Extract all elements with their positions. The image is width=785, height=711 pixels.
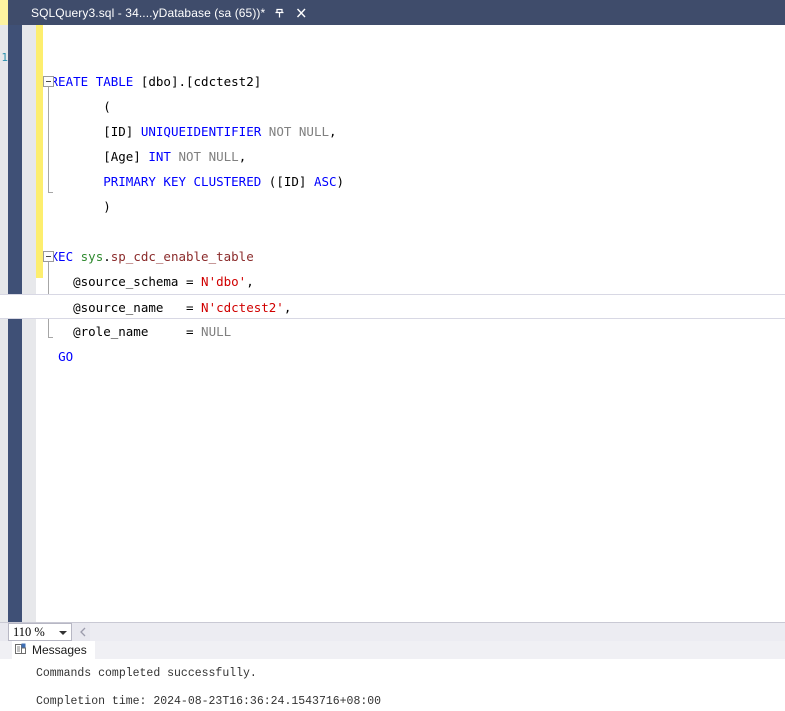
pin-icon[interactable] [272, 5, 287, 21]
code-token: N'dbo' [201, 274, 247, 289]
close-icon[interactable] [294, 5, 309, 21]
code-token: , [238, 149, 247, 164]
code-surface[interactable]: CREATE TABLE [dbo].[cdctest2] ( [ID] UNI… [0, 25, 785, 622]
results-pane: Messages Commands completed successfully… [0, 641, 785, 711]
code-token: , [246, 274, 254, 289]
editor-left-rail [8, 25, 22, 622]
code-token: @source_schema = [43, 274, 202, 289]
line-go[interactable]: GO [43, 344, 785, 369]
code-token: ASC [313, 174, 337, 189]
code-token: @source_name = [43, 300, 202, 315]
editor-outer-rail [0, 25, 8, 622]
tabstrip-left-filler [8, 0, 22, 25]
line-col-id[interactable]: [ID] UNIQUEIDENTIFIER NOT NULL, [43, 119, 785, 144]
line-role-name[interactable]: @role_name = NULL [43, 319, 785, 344]
message-line: Commands completed successfully. [36, 667, 257, 680]
code-token: ) [336, 174, 345, 189]
document-tab-strip: SQLQuery3.sql - 34....yDatabase (sa (65)… [0, 0, 785, 25]
code-token: @role_name = [43, 324, 202, 339]
code-token: sys [80, 249, 104, 264]
message-line: Completion time: 2024-08-23T16:36:24.154… [36, 695, 382, 708]
editor-status-row: 110 % [0, 622, 785, 641]
line-blank-1[interactable] [43, 219, 785, 244]
code-token: GO [58, 349, 74, 364]
change-tracking-bar [36, 25, 43, 278]
line-open-paren[interactable]: ( [43, 94, 785, 119]
code-token: NOT NULL [268, 124, 330, 139]
sql-editor[interactable]: 1 CREATE TABLE [dbo].[cdctest2] ( [ID] U… [0, 25, 785, 622]
messages-grid-icon [14, 642, 28, 659]
code-token: NULL [201, 324, 232, 339]
document-tab-title: SQLQuery3.sql - 34....yDatabase (sa (65)… [31, 5, 266, 20]
fold-collapse-icon[interactable] [43, 76, 54, 87]
code-token: PRIMARY KEY CLUSTERED [103, 174, 262, 189]
code-token: [Age] [43, 149, 149, 164]
document-tab-sqlquery3[interactable]: SQLQuery3.sql - 34....yDatabase (sa (65)… [22, 0, 317, 25]
code-token: ( [43, 99, 111, 114]
code-token: ) [43, 199, 111, 214]
tabstrip-left-accent [0, 0, 8, 25]
code-token: [dbo].[cdctest2] [133, 74, 262, 89]
change-tracking-bar-empty [36, 278, 43, 622]
line-exec[interactable]: EXEC sys.sp_cdc_enable_table [43, 244, 785, 269]
code-token: N'cdctest2' [201, 300, 284, 315]
line-col-age[interactable]: [Age] INT NOT NULL, [43, 144, 785, 169]
code-token: UNIQUEIDENTIFIER [140, 124, 262, 139]
code-token: sp_cdc_enable_table [110, 249, 254, 264]
code-token: . [103, 249, 111, 264]
code-token: INT [148, 149, 171, 164]
line-number-gutter: 1 [1, 51, 8, 64]
messages-output[interactable]: Commands completed successfully. Completi… [0, 659, 785, 711]
line-create-table[interactable]: CREATE TABLE [dbo].[cdctest2] [43, 69, 785, 94]
results-tab-bar: Messages [0, 641, 785, 659]
line-close-paren[interactable]: ) [43, 194, 785, 219]
code-token: NOT NULL [178, 149, 239, 164]
scroll-left-arrow-icon[interactable] [77, 626, 89, 638]
code-token: ([ID] [261, 174, 314, 189]
indicator-margin[interactable] [22, 25, 36, 622]
code-token: , [283, 300, 292, 315]
horizontal-scrollbar[interactable] [90, 623, 785, 641]
fold-collapse-icon[interactable] [43, 251, 54, 262]
code-token: , [329, 124, 337, 139]
zoom-level-value: 110 % [13, 624, 45, 639]
line-source-name[interactable]: @source_name = N'cdctest2', [0, 294, 785, 319]
tab-messages-label: Messages [32, 643, 87, 657]
line-source-schema[interactable]: @source_schema = N'dbo', [43, 269, 785, 294]
code-token: TABLE [95, 74, 134, 89]
chevron-down-icon[interactable] [55, 624, 71, 640]
code-token: [ID] [43, 124, 141, 139]
zoom-level-dropdown[interactable]: 110 % [8, 623, 72, 641]
tab-messages[interactable]: Messages [12, 641, 95, 659]
line-primary-key[interactable]: PRIMARY KEY CLUSTERED ([ID] ASC) [43, 169, 785, 194]
